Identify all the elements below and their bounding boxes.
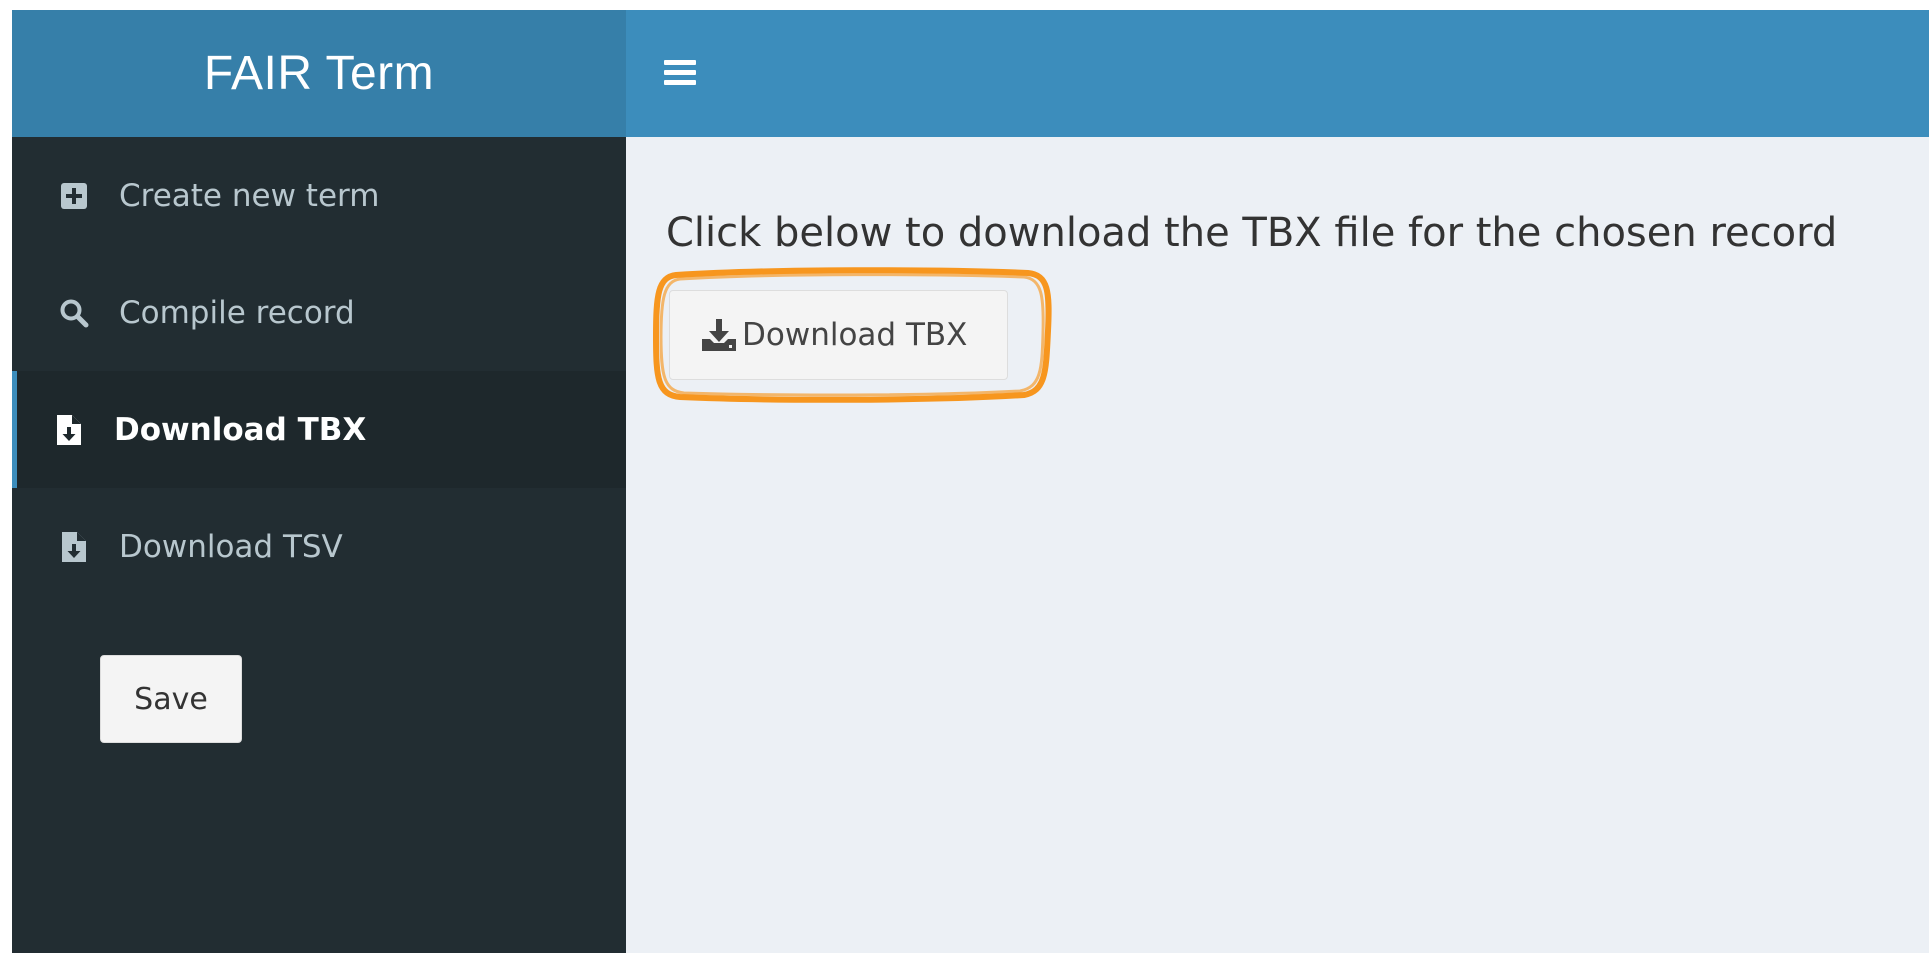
sidebar-menu: Create new term Compile record Download …	[12, 137, 626, 605]
main-content: Click below to download the TBX file for…	[626, 137, 1929, 953]
hamburger-menu-icon[interactable]	[664, 60, 696, 86]
plus-square-icon	[57, 179, 91, 213]
sidebar-item-create-new-term[interactable]: Create new term	[12, 137, 626, 254]
save-button[interactable]: Save	[100, 655, 242, 743]
app-window: FAIR Term Create new term Compile record…	[12, 10, 1929, 953]
search-icon	[57, 296, 91, 330]
sidebar-item-compile-record[interactable]: Compile record	[12, 254, 626, 371]
download-icon	[702, 319, 736, 351]
download-instruction: Click below to download the TBX file for…	[666, 210, 1838, 256]
file-download-icon	[57, 530, 91, 564]
sidebar-item-download-tbx[interactable]: Download TBX	[12, 371, 626, 488]
sidebar-item-label: Download TSV	[119, 528, 343, 565]
sidebar-item-label: Compile record	[119, 294, 355, 331]
file-download-icon	[52, 413, 86, 447]
sidebar-item-download-tsv[interactable]: Download TSV	[12, 488, 626, 605]
sidebar: FAIR Term Create new term Compile record…	[12, 10, 626, 953]
sidebar-item-label: Download TBX	[114, 411, 367, 448]
top-navbar	[626, 10, 1929, 137]
download-tbx-button[interactable]: Download TBX	[669, 290, 1008, 380]
download-button-label: Download TBX	[742, 317, 968, 353]
sidebar-item-label: Create new term	[119, 177, 380, 214]
app-title[interactable]: FAIR Term	[12, 10, 626, 137]
